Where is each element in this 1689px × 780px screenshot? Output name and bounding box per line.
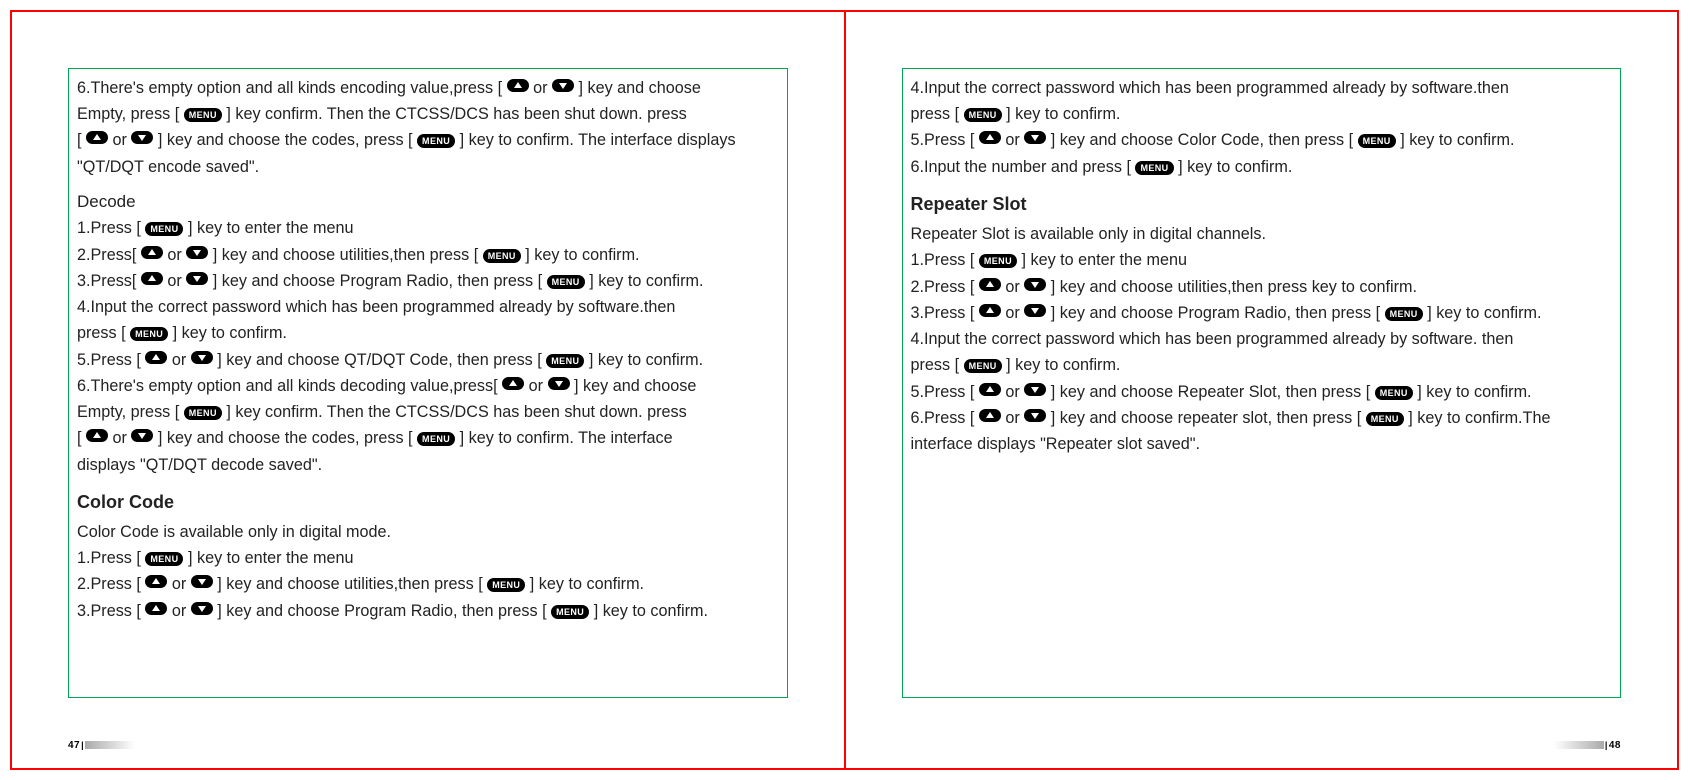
- up-arrow-key-icon: [979, 304, 1001, 317]
- menu-key-icon: MENU: [546, 354, 584, 368]
- down-arrow-key-icon: [191, 602, 213, 615]
- menu-key-icon: MENU: [417, 134, 455, 148]
- menu-key-icon: MENU: [1358, 134, 1396, 148]
- up-arrow-key-icon: [141, 272, 163, 285]
- menu-key-icon: MENU: [979, 254, 1017, 268]
- instruction-continuation: [ or ] key and choose the codes, press […: [77, 127, 779, 153]
- up-arrow-key-icon: [979, 278, 1001, 291]
- instruction-line: 3.Press [ or ] key and choose Program Ra…: [911, 300, 1613, 326]
- instruction-continuation: Empty, press [ MENU ] key confirm. Then …: [77, 399, 779, 425]
- page-number-sep: |: [81, 740, 84, 750]
- instruction-line: 5.Press [ or ] key and choose Color Code…: [911, 127, 1613, 153]
- instruction-line: 3.Press [ or ] key and choose Program Ra…: [77, 598, 779, 624]
- instruction-line: 1.Press [ MENU ] key to enter the menu: [911, 247, 1613, 273]
- down-arrow-key-icon: [186, 272, 208, 285]
- instruction-line: 1.Press [ MENU ] key to enter the menu: [77, 215, 779, 241]
- down-arrow-key-icon: [191, 351, 213, 364]
- page-number-left: 47: [68, 740, 80, 751]
- menu-key-icon: MENU: [145, 552, 183, 566]
- section-heading: Repeater Slot: [911, 190, 1613, 219]
- menu-key-icon: MENU: [547, 275, 585, 289]
- instruction-line: 5.Press [ or ] key and choose Repeater S…: [911, 379, 1613, 405]
- instruction-line: 2.Press[ or ] key and choose utilities,t…: [77, 242, 779, 268]
- instruction-line: 4.Input the correct password which has b…: [911, 75, 1613, 101]
- down-arrow-key-icon: [1024, 304, 1046, 317]
- instruction-line: 4.Input the correct password which has b…: [77, 294, 779, 320]
- down-arrow-key-icon: [552, 79, 574, 92]
- document-spread: 6.There's empty option and all kinds enc…: [10, 10, 1679, 770]
- instruction-continuation: interface displays "Repeater slot saved"…: [911, 431, 1613, 457]
- down-arrow-key-icon: [548, 377, 570, 390]
- menu-key-icon: MENU: [1135, 161, 1173, 175]
- down-arrow-key-icon: [1024, 131, 1046, 144]
- up-arrow-key-icon: [979, 383, 1001, 396]
- down-arrow-key-icon: [1024, 383, 1046, 396]
- up-arrow-key-icon: [145, 602, 167, 615]
- gradient-bar: [85, 741, 135, 749]
- instruction-line: 6.There's empty option and all kinds dec…: [77, 373, 779, 399]
- down-arrow-key-icon: [1024, 409, 1046, 422]
- instruction-continuation: [ or ] key and choose the codes, press […: [77, 425, 779, 451]
- up-arrow-key-icon: [86, 429, 108, 442]
- down-arrow-key-icon: [131, 429, 153, 442]
- up-arrow-key-icon: [145, 351, 167, 364]
- menu-key-icon: MENU: [551, 605, 589, 619]
- instruction-continuation: press [ MENU ] key to confirm.: [911, 352, 1613, 378]
- instruction-line: 1.Press [ MENU ] key to enter the menu: [77, 545, 779, 571]
- menu-key-icon: MENU: [184, 406, 222, 420]
- up-arrow-key-icon: [86, 131, 108, 144]
- up-arrow-key-icon: [502, 377, 524, 390]
- menu-key-icon: MENU: [130, 327, 168, 341]
- left-content-box: 6.There's empty option and all kinds enc…: [68, 68, 788, 698]
- instruction-line: 5.Press [ or ] key and choose QT/DQT Cod…: [77, 347, 779, 373]
- instruction-line: 3.Press[ or ] key and choose Program Rad…: [77, 268, 779, 294]
- up-arrow-key-icon: [979, 409, 1001, 422]
- instruction-line: Repeater Slot is available only in digit…: [911, 221, 1613, 247]
- gradient-bar: [1554, 741, 1604, 749]
- instruction-line: 6.Press [ or ] key and choose repeater s…: [911, 405, 1613, 431]
- instruction-line: 6.Input the number and press [ MENU ] ke…: [911, 154, 1613, 180]
- section-subheading: Decode: [77, 188, 779, 216]
- menu-key-icon: MENU: [1375, 386, 1413, 400]
- instruction-line: 4.Input the correct password which has b…: [911, 326, 1613, 352]
- menu-key-icon: MENU: [964, 108, 1002, 122]
- instruction-continuation: Empty, press [ MENU ] key confirm. Then …: [77, 101, 779, 127]
- down-arrow-key-icon: [131, 131, 153, 144]
- right-page: 4.Input the correct password which has b…: [846, 12, 1678, 768]
- left-page-number-bar: 47 |: [68, 740, 135, 750]
- instruction-continuation: displays "QT/DQT decode saved".: [77, 452, 779, 478]
- menu-key-icon: MENU: [487, 578, 525, 592]
- menu-key-icon: MENU: [145, 222, 183, 236]
- instruction-line: Color Code is available only in digital …: [77, 519, 779, 545]
- instruction-line: 2.Press [ or ] key and choose utilities,…: [77, 571, 779, 597]
- menu-key-icon: MENU: [417, 432, 455, 446]
- menu-key-icon: MENU: [1385, 307, 1423, 321]
- right-content-box: 4.Input the correct password which has b…: [902, 68, 1622, 698]
- up-arrow-key-icon: [145, 575, 167, 588]
- up-arrow-key-icon: [507, 79, 529, 92]
- section-heading: Color Code: [77, 488, 779, 517]
- menu-key-icon: MENU: [1366, 412, 1404, 426]
- menu-key-icon: MENU: [184, 108, 222, 122]
- up-arrow-key-icon: [141, 246, 163, 259]
- left-page: 6.There's empty option and all kinds enc…: [12, 12, 844, 768]
- menu-key-icon: MENU: [964, 359, 1002, 373]
- instruction-continuation: press [ MENU ] key to confirm.: [77, 320, 779, 346]
- instruction-line: 6.There's empty option and all kinds enc…: [77, 75, 779, 101]
- up-arrow-key-icon: [979, 131, 1001, 144]
- instruction-continuation: press [ MENU ] key to confirm.: [911, 101, 1613, 127]
- instruction-continuation: "QT/DQT encode saved".: [77, 154, 779, 180]
- page-number-right: 48: [1609, 740, 1621, 751]
- right-page-number-bar: | 48: [1554, 740, 1621, 750]
- down-arrow-key-icon: [191, 575, 213, 588]
- down-arrow-key-icon: [186, 246, 208, 259]
- instruction-line: 2.Press [ or ] key and choose utilities,…: [911, 274, 1613, 300]
- menu-key-icon: MENU: [483, 249, 521, 263]
- down-arrow-key-icon: [1024, 278, 1046, 291]
- page-number-sep: |: [1605, 740, 1608, 750]
